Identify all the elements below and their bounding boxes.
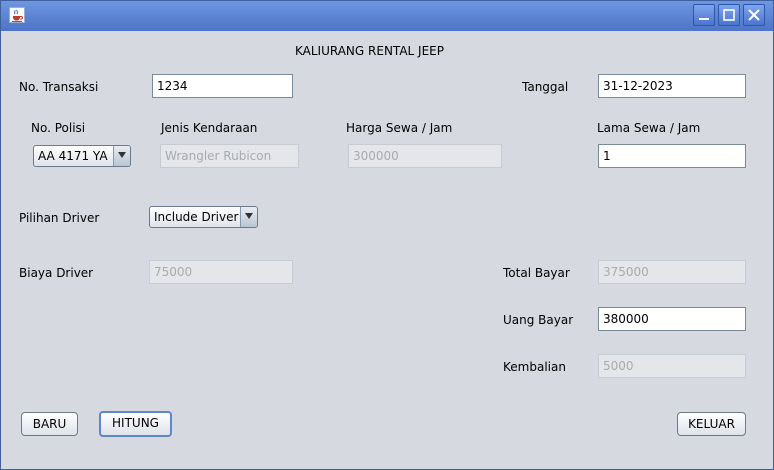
total-bayar-label: Total Bayar xyxy=(503,266,570,280)
pilihan-driver-label: Pilihan Driver xyxy=(19,211,100,225)
no-polisi-combobox[interactable]: AA 4171 YA xyxy=(33,145,131,167)
biaya-driver-label: Biaya Driver xyxy=(19,266,94,280)
tanggal-label: Tanggal xyxy=(522,80,569,94)
title-bar[interactable] xyxy=(1,1,773,31)
chevron-down-icon xyxy=(245,213,253,219)
lama-sewa-label: Lama Sewa / Jam xyxy=(597,121,701,135)
pilihan-driver-selected: Include Driver xyxy=(154,210,239,224)
uang-bayar-label: Uang Bayar xyxy=(503,313,574,327)
no-transaksi-field[interactable]: 1234 xyxy=(152,74,293,98)
kembalian-label: Kembalian xyxy=(503,360,566,374)
application-window: KALIURANG RENTAL JEEP No. Transaksi 1234… xyxy=(0,0,774,470)
minimize-icon xyxy=(699,18,709,20)
close-button[interactable] xyxy=(743,4,765,26)
jenis-kendaraan-label: Jenis Kendaraan xyxy=(161,121,258,135)
no-polisi-dropdown-arrow[interactable] xyxy=(113,146,130,166)
pilihan-driver-combobox[interactable]: Include Driver xyxy=(149,206,258,228)
keluar-button[interactable]: KELUAR xyxy=(677,412,746,436)
jenis-kendaraan-field: Wrangler Rubicon xyxy=(160,144,299,168)
form-panel: KALIURANG RENTAL JEEP No. Transaksi 1234… xyxy=(1,31,773,469)
harga-sewa-field: 300000 xyxy=(348,144,502,168)
no-polisi-label: No. Polisi xyxy=(31,121,86,135)
form-title: KALIURANG RENTAL JEEP xyxy=(295,44,444,58)
harga-sewa-label: Harga Sewa / Jam xyxy=(346,121,453,135)
kembalian-field: 5000 xyxy=(598,354,746,378)
maximize-button[interactable] xyxy=(718,4,740,26)
maximize-icon xyxy=(723,9,735,21)
close-icon xyxy=(748,9,760,21)
total-bayar-field: 375000 xyxy=(598,260,746,284)
no-polisi-selected: AA 4171 YA xyxy=(38,149,108,163)
java-cup-icon xyxy=(9,7,25,23)
biaya-driver-field: 75000 xyxy=(149,260,293,284)
minimize-button[interactable] xyxy=(693,4,715,26)
lama-sewa-field[interactable]: 1 xyxy=(598,144,746,168)
pilihan-driver-dropdown-arrow[interactable] xyxy=(240,207,257,227)
no-transaksi-label: No. Transaksi xyxy=(19,80,99,94)
tanggal-field[interactable]: 31-12-2023 xyxy=(598,74,746,98)
baru-button[interactable]: BARU xyxy=(21,412,78,436)
hitung-button[interactable]: HITUNG xyxy=(99,411,172,437)
uang-bayar-field[interactable]: 380000 xyxy=(598,307,746,331)
chevron-down-icon xyxy=(118,152,126,158)
